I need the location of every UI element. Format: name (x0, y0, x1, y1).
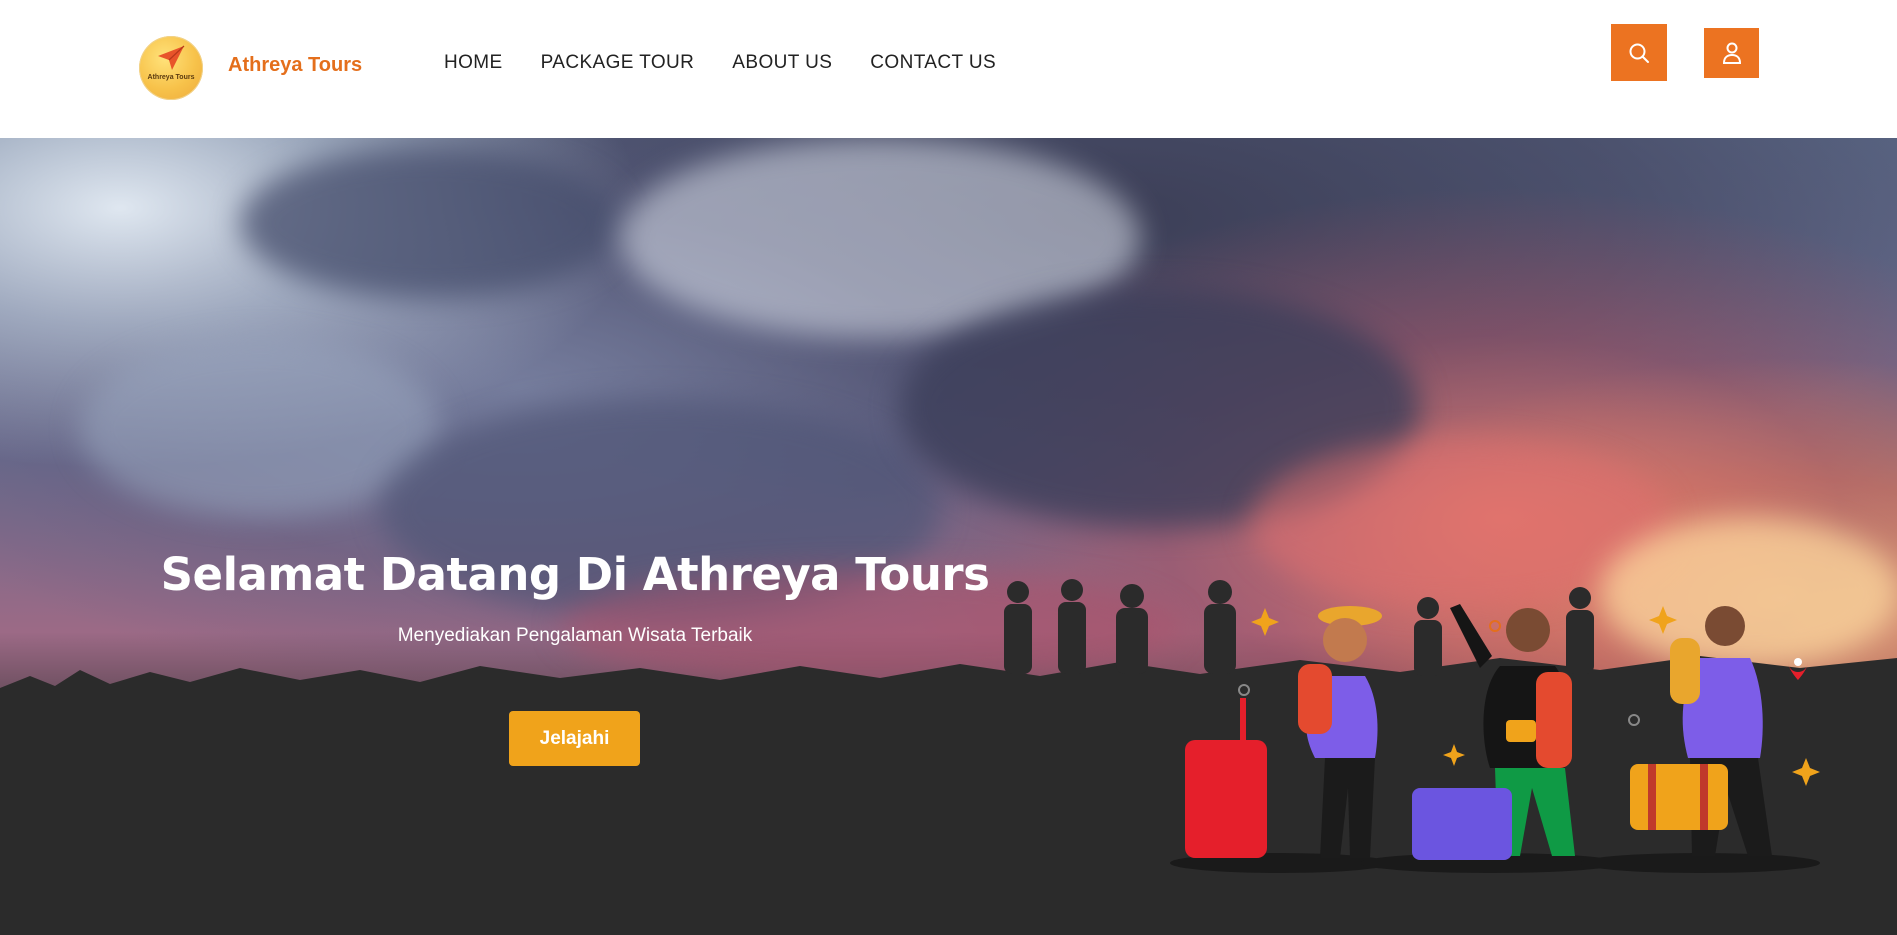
user-icon (1722, 42, 1741, 64)
hero-subtitle: Menyediakan Pengalaman Wisata Terbaik (397, 625, 753, 646)
hero-title: Selamat Datang Di Athreya Tours (160, 548, 990, 601)
nav-about-us[interactable]: ABOUT US (732, 52, 832, 74)
paper-plane-icon (158, 45, 185, 70)
hero-banner: Selamat Datang Di Athreya Tours Menyedia… (0, 138, 1897, 935)
explore-button[interactable]: Jelajahi (509, 711, 640, 766)
site-header: Athreya Tours Athreya Tours HOME PACKAGE… (0, 0, 1897, 138)
travelers-illustration (1170, 604, 1820, 873)
cloud-shape (240, 148, 620, 298)
main-nav: HOME PACKAGE TOUR ABOUT US CONTACT US (444, 52, 1034, 74)
nav-home[interactable]: HOME (444, 52, 503, 74)
nav-package-tour[interactable]: PACKAGE TOUR (541, 52, 695, 74)
nav-contact-us[interactable]: CONTACT US (870, 52, 996, 74)
brand-logo[interactable]: Athreya Tours (139, 36, 203, 100)
search-button[interactable] (1611, 24, 1667, 81)
logo-text: Athreya Tours (147, 74, 195, 81)
search-icon (1629, 43, 1649, 63)
brand-name[interactable]: Athreya Tours (228, 54, 362, 77)
user-account-button[interactable] (1704, 28, 1759, 78)
